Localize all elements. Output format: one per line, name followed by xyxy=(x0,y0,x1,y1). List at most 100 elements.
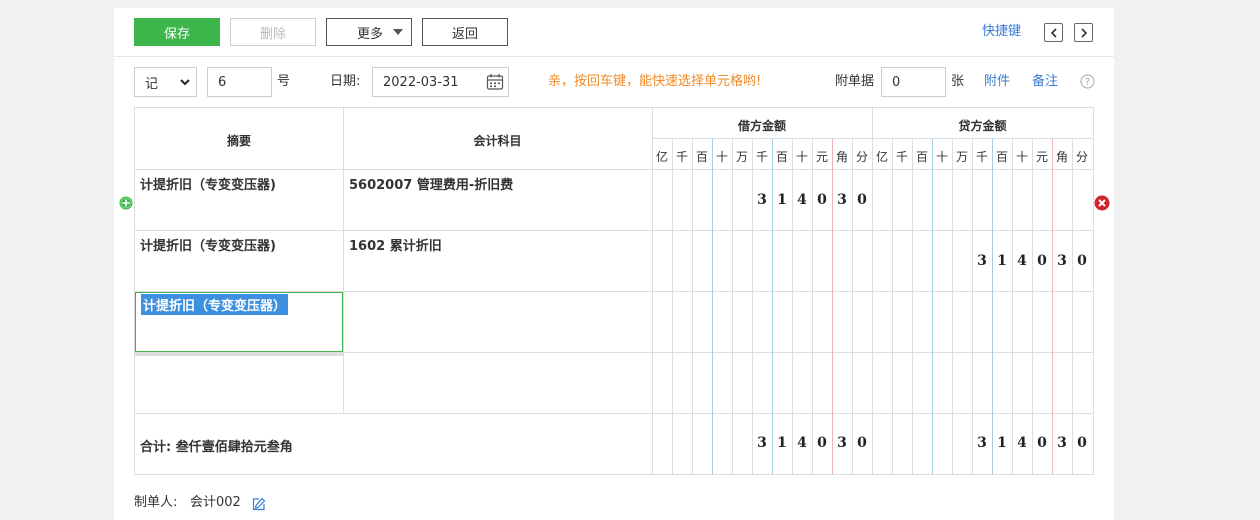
date-input[interactable]: 2022-03-31 xyxy=(372,67,509,97)
grid-line xyxy=(692,139,693,474)
header-credit: 贷方金额 xyxy=(958,119,1007,133)
unit-label: 元 xyxy=(815,150,828,164)
grid-line xyxy=(1032,139,1033,474)
summary-editor[interactable]: 计提折旧（专变变压器） xyxy=(135,292,343,352)
unit-label: 千 xyxy=(755,150,768,164)
unit-label: 十 xyxy=(935,150,948,164)
total-debit-digit: 3 xyxy=(757,435,767,451)
unit-label: 千 xyxy=(975,150,988,164)
unit-label: 千 xyxy=(675,150,688,164)
row-account[interactable]: 1602 累计折旧 xyxy=(349,235,442,254)
total-debit-digit: 1 xyxy=(777,435,787,451)
help-icon[interactable]: ? xyxy=(1080,74,1095,89)
back-button[interactable]: 返回 xyxy=(422,18,508,46)
grid-line xyxy=(135,230,1093,231)
unit-label: 百 xyxy=(695,150,708,164)
unit-label: 亿 xyxy=(875,150,888,164)
save-button[interactable]: 保存 xyxy=(134,18,220,46)
summary-editor-selection: 计提折旧（专变变压器） xyxy=(141,294,289,315)
debit-digit: 3 xyxy=(837,192,847,208)
header-account: 会计科目 xyxy=(473,134,522,148)
unit-label: 十 xyxy=(795,150,808,164)
unit-label: 分 xyxy=(1075,150,1088,164)
voucher-number-suffix: 号 xyxy=(277,74,291,89)
unit-label: 十 xyxy=(715,150,728,164)
attach-count-input[interactable]: 0 xyxy=(881,67,946,97)
total-credit-digit: 3 xyxy=(1057,435,1067,451)
voucher-number-value: 6 xyxy=(218,74,227,90)
grid-line xyxy=(772,139,773,474)
maker-name: 会计002 xyxy=(190,495,241,510)
header-debit: 借方金额 xyxy=(737,119,786,133)
grid-line xyxy=(135,169,1093,170)
grid-line xyxy=(732,139,733,474)
grid-line xyxy=(952,139,953,474)
grid-line xyxy=(672,139,673,474)
row-summary[interactable]: 计提折旧（专变变压器) xyxy=(140,235,276,254)
caret-down-icon xyxy=(393,29,403,35)
total-credit-digit: 0 xyxy=(1037,435,1047,451)
voucher-number-input[interactable]: 6 xyxy=(207,67,272,97)
editor-shadow xyxy=(135,352,343,356)
chevron-right-icon xyxy=(1080,27,1087,38)
edit-icon[interactable] xyxy=(252,497,266,511)
total-credit-digit: 3 xyxy=(977,435,987,451)
total-debit-digit: 0 xyxy=(857,435,867,451)
unit-label: 百 xyxy=(915,150,928,164)
maker-label: 制单人: xyxy=(134,495,178,510)
debit-digit: 0 xyxy=(857,192,867,208)
total-debit-digit: 4 xyxy=(797,435,807,451)
unit-label: 百 xyxy=(995,150,1008,164)
unit-label: 分 xyxy=(855,150,868,164)
calendar-icon[interactable] xyxy=(486,73,504,91)
attach-count-value: 0 xyxy=(892,74,901,90)
grid-line xyxy=(832,139,833,474)
debit-digit: 1 xyxy=(777,192,787,208)
voucher-type-select[interactable]: 记 xyxy=(134,67,197,97)
grid-line xyxy=(135,413,1093,414)
grid-line xyxy=(932,139,933,474)
grid-line xyxy=(1052,139,1053,474)
delete-row-icon[interactable] xyxy=(1094,195,1110,211)
chevron-down-icon xyxy=(180,79,190,86)
grid-line xyxy=(652,138,1093,139)
grid-line xyxy=(812,139,813,474)
header-summary: 摘要 xyxy=(226,134,251,148)
unit-label: 亿 xyxy=(655,150,668,164)
voucher-entry-table: 摘要 会计科目 借方金额 贷方金额 亿 千 百 十 万 千 百 十 元 角 分 … xyxy=(134,107,1094,475)
more-label: 更多 xyxy=(357,26,384,42)
attachment-link[interactable]: 附件 xyxy=(984,67,1010,97)
grid-line xyxy=(343,108,344,414)
unit-label: 十 xyxy=(1015,150,1028,164)
grid-line xyxy=(892,139,893,474)
unit-label: 万 xyxy=(955,150,968,164)
grid-line xyxy=(912,139,913,474)
more-dropdown[interactable]: 更多 xyxy=(326,18,412,46)
remark-link[interactable]: 备注 xyxy=(1032,67,1058,97)
credit-digit: 3 xyxy=(1057,253,1067,269)
chevron-left-icon xyxy=(1050,27,1057,38)
attach-unit: 张 xyxy=(951,74,965,89)
unit-label: 万 xyxy=(735,150,748,164)
grid-line xyxy=(992,139,993,474)
add-row-icon[interactable] xyxy=(119,196,133,210)
grid-line xyxy=(1072,139,1073,474)
row-summary[interactable]: 计提折旧（专变变压器) xyxy=(140,174,276,193)
next-voucher-button[interactable] xyxy=(1074,23,1093,42)
shortcut-link[interactable]: 快捷键 xyxy=(982,17,1021,47)
unit-label: 角 xyxy=(835,150,848,164)
svg-text:?: ? xyxy=(1085,77,1090,88)
total-credit-digit: 0 xyxy=(1077,435,1087,451)
unit-label: 角 xyxy=(1055,150,1068,164)
grid-line xyxy=(712,139,713,474)
unit-label: 百 xyxy=(775,150,788,164)
debit-digit: 3 xyxy=(757,192,767,208)
voucher-panel: 保存 删除 更多 返回 快捷键 记 6 号 日期: 2022-03-31 亲，按… xyxy=(114,8,1114,520)
delete-button[interactable]: 删除 xyxy=(230,18,316,46)
prev-voucher-button[interactable] xyxy=(1044,23,1063,42)
credit-digit: 3 xyxy=(977,253,987,269)
grid-line xyxy=(752,139,753,474)
row-account[interactable]: 5602007 管理费用-折旧费 xyxy=(349,174,513,193)
debit-digit: 4 xyxy=(797,192,807,208)
date-value: 2022-03-31 xyxy=(383,74,459,90)
